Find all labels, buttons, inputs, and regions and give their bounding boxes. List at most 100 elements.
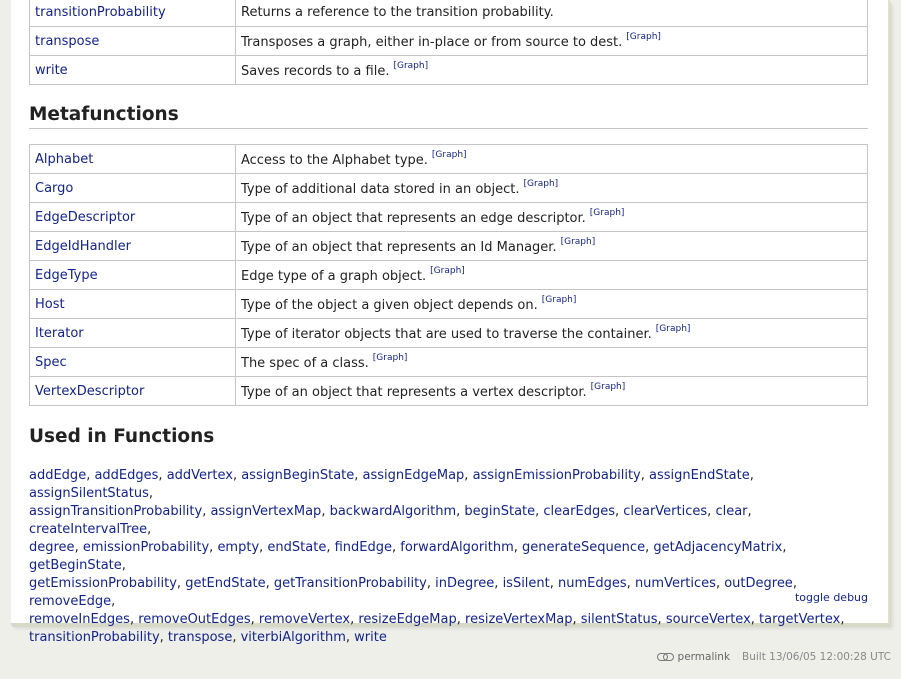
graph-tag-link[interactable]: [Graph]: [591, 382, 626, 392]
description-cell: Access to the Alphabet type. [Graph]: [235, 144, 868, 174]
table-row: write Saves records to a file. [Graph]: [29, 55, 868, 85]
function-link[interactable]: outDegree: [724, 576, 793, 591]
table-row: VertexDescriptor Type of an object that r…: [29, 376, 868, 406]
graph-tag-link[interactable]: [Graph]: [524, 179, 559, 189]
description-cell: Type of an object that represents a vert…: [235, 376, 868, 406]
graph-tag-link[interactable]: [Graph]: [626, 32, 661, 42]
table-row: EdgeDescriptor Type of an object that rep…: [29, 202, 868, 232]
function-link[interactable]: transitionProbability: [29, 630, 160, 645]
function-link[interactable]: createIntervalTree: [29, 522, 147, 537]
function-link[interactable]: numVertices: [635, 576, 716, 591]
description-text: Access to the Alphabet type.: [241, 153, 428, 168]
graph-tag-link[interactable]: [Graph]: [542, 295, 577, 305]
entry-link[interactable]: Host: [35, 297, 65, 312]
entry-link[interactable]: transitionProbability: [35, 5, 166, 20]
function-link[interactable]: assignVertexMap: [210, 504, 321, 519]
function-line: getEmissionProbability, getEndState, get…: [29, 576, 797, 609]
name-cell: Host: [29, 289, 236, 319]
function-link[interactable]: generateSequence: [522, 540, 645, 555]
graph-tag-link[interactable]: [Graph]: [430, 266, 465, 276]
function-link[interactable]: numEdges: [558, 576, 627, 591]
description-cell: Transposes a graph, either in-place or f…: [235, 26, 868, 56]
function-link[interactable]: isSilent: [503, 576, 550, 591]
build-timestamp: Built 13/06/05 12:00:28 UTC: [742, 651, 891, 663]
function-link[interactable]: clear: [715, 504, 747, 519]
entry-link[interactable]: write: [35, 63, 68, 78]
used-in-functions-heading: Used in Functions: [29, 426, 215, 447]
entry-link[interactable]: EdgeIdHandler: [35, 239, 131, 254]
function-line: transitionProbability, transpose, viterb…: [29, 630, 387, 645]
function-link[interactable]: write: [354, 630, 387, 645]
graph-tag-link[interactable]: [Graph]: [561, 237, 596, 247]
function-link[interactable]: getEndState: [185, 576, 265, 591]
graph-tag-link[interactable]: [Graph]: [590, 208, 625, 218]
table-row: Spec The spec of a class. [Graph]: [29, 347, 868, 377]
function-link[interactable]: emissionProbability: [83, 540, 209, 555]
entry-link[interactable]: Alphabet: [35, 152, 93, 167]
function-link[interactable]: getAdjacencyMatrix: [653, 540, 782, 555]
entry-link[interactable]: Cargo: [35, 181, 73, 196]
function-link[interactable]: empty: [217, 540, 259, 555]
name-cell: Cargo: [29, 173, 236, 203]
toggle-debug-link[interactable]: toggle debug: [795, 591, 868, 604]
entry-link[interactable]: VertexDescriptor: [35, 384, 144, 399]
table-row: Alphabet Access to the Alphabet type. [Gra…: [29, 144, 868, 174]
function-link[interactable]: getEmissionProbability: [29, 576, 177, 591]
function-link[interactable]: getTransitionProbability: [274, 576, 427, 591]
entry-link[interactable]: Iterator: [35, 326, 84, 341]
graph-tag-link[interactable]: [Graph]: [656, 324, 691, 334]
name-cell: EdgeType: [29, 260, 236, 290]
function-link[interactable]: removeInEdges: [29, 612, 130, 627]
entry-link[interactable]: Spec: [35, 355, 67, 370]
function-link[interactable]: targetVertex: [759, 612, 840, 627]
function-link[interactable]: viterbiAlgorithm: [241, 630, 346, 645]
graph-tag-link[interactable]: [Graph]: [432, 150, 467, 160]
member-functions-table: transitionProbability Returns a reference…: [29, 0, 868, 85]
table-row: Host Type of the object a given object de…: [29, 289, 868, 319]
table-row: EdgeType Edge type of a graph object. [Gra…: [29, 260, 868, 290]
function-link[interactable]: backwardAlgorithm: [330, 504, 457, 519]
permalink-link[interactable]: permalink: [656, 651, 730, 663]
function-link[interactable]: findEdge: [335, 540, 392, 555]
function-link[interactable]: forwardAlgorithm: [400, 540, 514, 555]
function-link[interactable]: addEdge: [29, 468, 86, 483]
description-cell: Type of an object that represents an Id …: [235, 231, 868, 261]
function-link[interactable]: silentStatus: [581, 612, 658, 627]
description-cell: Saves records to a file. [Graph]: [235, 55, 868, 85]
function-link[interactable]: assignBeginState: [241, 468, 354, 483]
graph-tag-link[interactable]: [Graph]: [373, 353, 408, 363]
function-link[interactable]: removeOutEdges: [138, 612, 250, 627]
function-link[interactable]: removeVertex: [259, 612, 350, 627]
description-text: Type of iterator objects that are used t…: [241, 327, 652, 342]
name-cell: Alphabet: [29, 144, 236, 174]
function-link[interactable]: assignEndState: [649, 468, 750, 483]
function-link[interactable]: endState: [267, 540, 326, 555]
function-link[interactable]: assignTransitionProbability: [29, 504, 202, 519]
description-text: Type of an object that represents a vert…: [241, 385, 587, 400]
function-link[interactable]: resizeEdgeMap: [358, 612, 456, 627]
description-text: Edge type of a graph object.: [241, 269, 427, 284]
function-link[interactable]: addVertex: [167, 468, 233, 483]
function-link[interactable]: assignEmissionProbability: [473, 468, 641, 483]
function-link[interactable]: sourceVertex: [666, 612, 751, 627]
function-link[interactable]: resizeVertexMap: [465, 612, 573, 627]
name-cell: write: [29, 55, 236, 85]
description-cell: Returns a reference to the transition pr…: [235, 0, 868, 27]
entry-link[interactable]: EdgeType: [35, 268, 98, 283]
function-link[interactable]: addEdges: [94, 468, 158, 483]
function-link[interactable]: transpose: [168, 630, 232, 645]
function-link[interactable]: getBeginState: [29, 558, 122, 573]
function-link[interactable]: degree: [29, 540, 75, 555]
function-link[interactable]: assignEdgeMap: [363, 468, 465, 483]
function-link[interactable]: clearVertices: [623, 504, 707, 519]
entry-link[interactable]: EdgeDescriptor: [35, 210, 135, 225]
link-chain-icon: [656, 653, 674, 661]
entry-link[interactable]: transpose: [35, 34, 99, 49]
function-link[interactable]: beginState: [464, 504, 535, 519]
footer: permalink Built 13/06/05 12:00:28 UTC: [656, 651, 891, 663]
graph-tag-link[interactable]: [Graph]: [393, 61, 428, 71]
function-link[interactable]: inDegree: [435, 576, 494, 591]
function-link[interactable]: removeEdge: [29, 594, 111, 609]
function-link[interactable]: assignSilentStatus: [29, 486, 149, 501]
function-link[interactable]: clearEdges: [543, 504, 615, 519]
